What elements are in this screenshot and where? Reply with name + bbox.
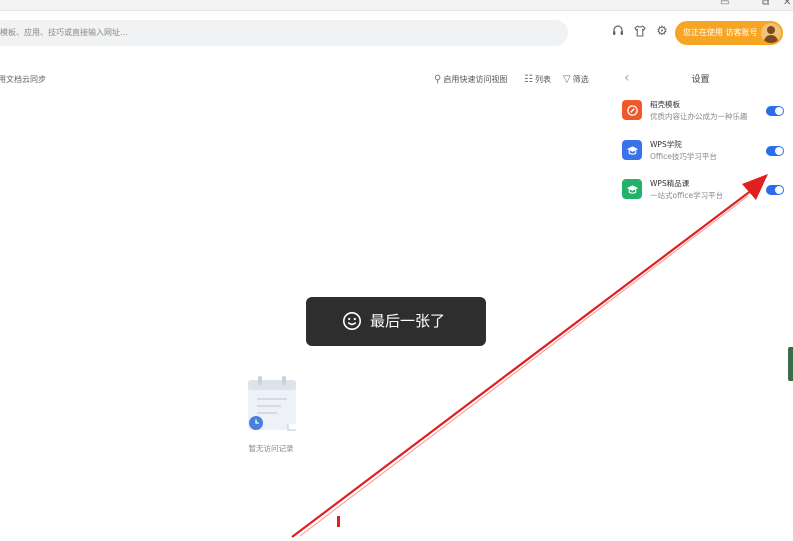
wps-academy-toggle[interactable]	[766, 146, 784, 156]
course-cap-icon	[622, 179, 642, 199]
toast-message: 最后一张了	[306, 297, 486, 346]
toast-text: 最后一张了	[370, 312, 446, 330]
user-account-label: 您正在使用 访客账号	[683, 28, 758, 37]
filter-icon: ▽	[563, 74, 571, 85]
shirt-icon[interactable]	[632, 24, 648, 40]
close-icon[interactable]: ✕	[783, 0, 791, 8]
settings-panel: ‹ 设置 稻壳模板 优质内容让办公成为一种乐趣 WPS学院 Office技巧学习…	[608, 60, 793, 220]
window-menu-icon[interactable]: ▭	[720, 0, 729, 8]
setting-item-wps-academy: WPS学院 Office技巧学习平台	[622, 138, 792, 164]
wps-course-toggle[interactable]	[766, 185, 784, 195]
list-view-button[interactable]: ☷ 列表	[524, 74, 551, 85]
restore-icon[interactable]: ⧉	[762, 0, 769, 8]
list-label: 列表	[534, 75, 551, 84]
empty-state-text: 暂无访问记录	[248, 444, 294, 453]
calendar-empty-icon	[248, 376, 296, 431]
pin-icon: ⚲	[434, 74, 442, 85]
setting-desc: 一站式office学习平台	[650, 191, 724, 200]
setting-desc: Office技巧学习平台	[650, 152, 717, 161]
cloud-sync-link[interactable]: 用文档云同步	[0, 74, 46, 85]
quick-access-label: 启用快速访问视图	[443, 75, 508, 84]
user-account-button[interactable]: 您正在使用 访客账号	[675, 21, 783, 45]
smiley-icon	[343, 312, 361, 330]
setting-desc: 优质内容让办公成为一种乐趣	[650, 112, 748, 121]
graduation-cap-icon	[622, 140, 642, 160]
setting-name: WPS学院	[650, 140, 682, 149]
filter-button[interactable]: ▽ 筛选	[563, 74, 589, 85]
search-input[interactable]: 模板、应用、技巧或直接输入网址...	[0, 20, 568, 46]
setting-item-wps-course: WPS精品课 一站式office学习平台	[622, 177, 792, 203]
setting-name: 稻壳模板	[650, 100, 680, 109]
docer-toggle[interactable]	[766, 106, 784, 116]
setting-item-docer: 稻壳模板 优质内容让办公成为一种乐趣	[622, 98, 792, 124]
gear-icon[interactable]: ⚙	[654, 24, 670, 40]
avatar[interactable]	[761, 23, 781, 43]
side-scroll-handle[interactable]	[788, 347, 793, 381]
headset-icon[interactable]	[610, 24, 626, 40]
setting-name: WPS精品课	[650, 179, 690, 188]
filter-label: 筛选	[572, 75, 589, 84]
docer-icon	[622, 100, 642, 120]
search-placeholder: 模板、应用、技巧或直接输入网址...	[0, 28, 128, 37]
quick-access-view-button[interactable]: ⚲ 启用快速访问视图	[434, 74, 507, 85]
settings-title: 设置	[691, 75, 710, 85]
title-bar: ▭ ⧉ ✕	[0, 0, 793, 11]
list-icon: ☷	[524, 74, 533, 85]
